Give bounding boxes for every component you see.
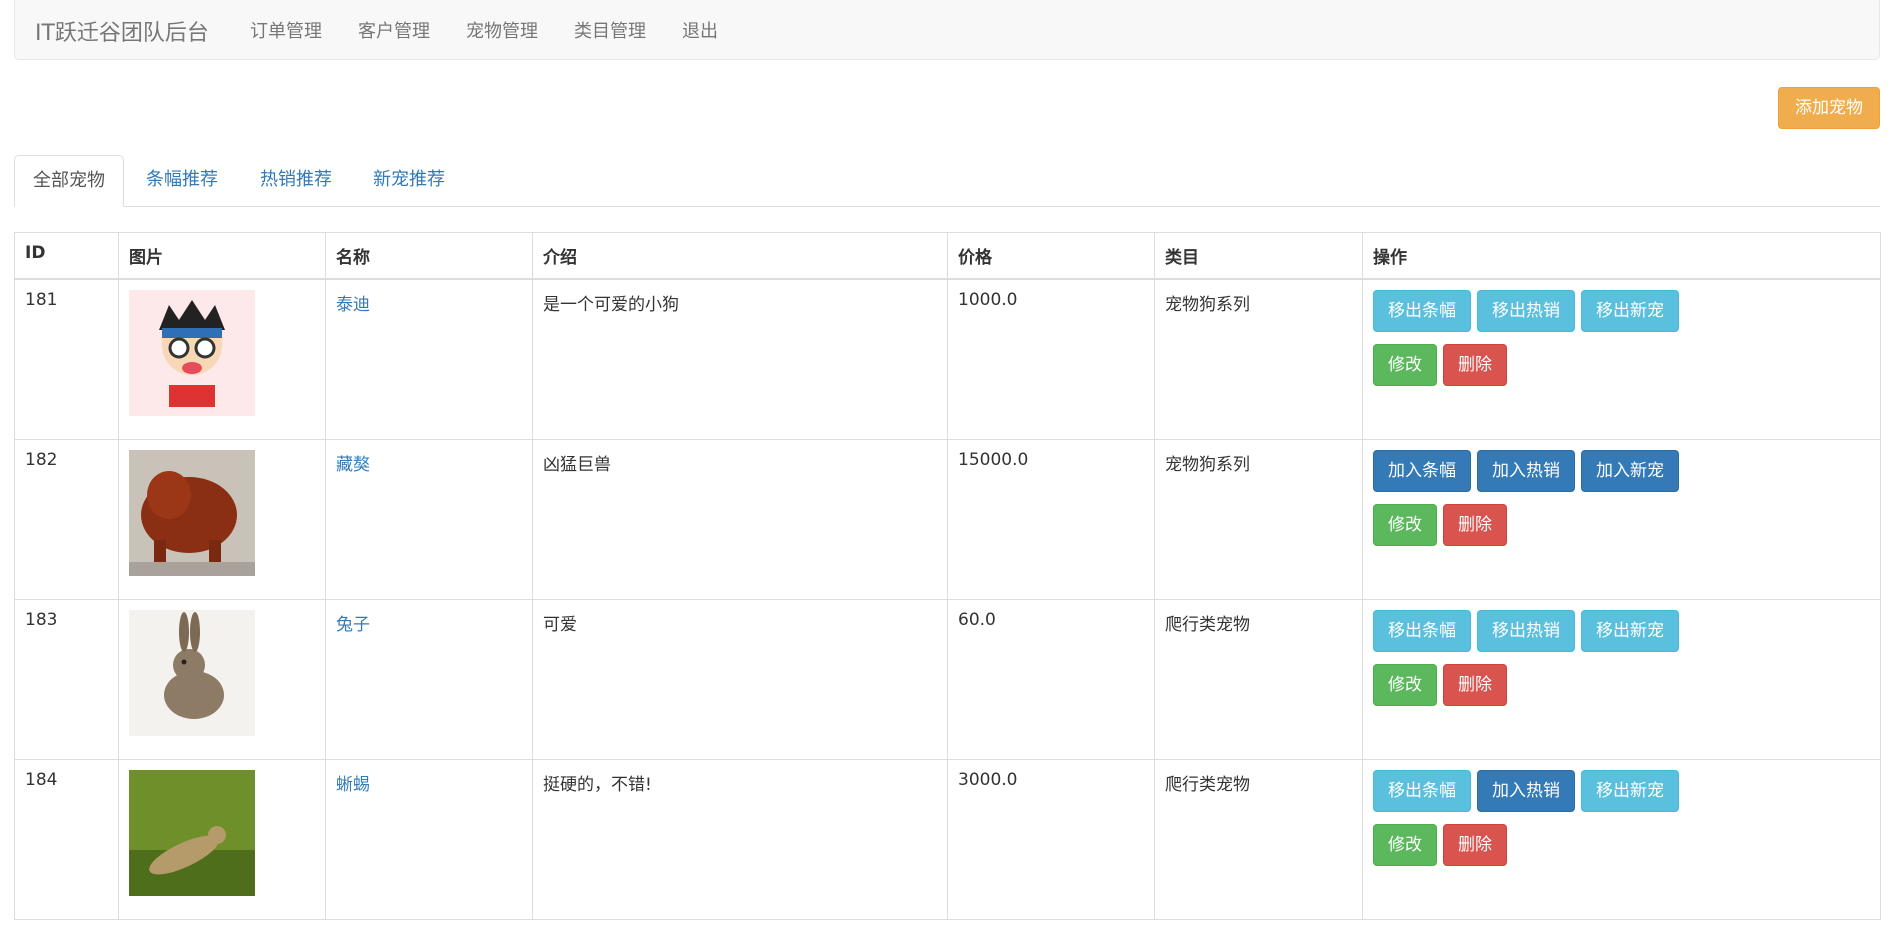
banner-toggle-button[interactable]: 加入条幅 — [1373, 449, 1471, 492]
table-row: 183 兔子 可爱 60.0 爬行类宠物 移出条幅 移出热销 移出新宠 修改 删… — [14, 598, 1881, 760]
pet-table: ID 图片 名称 介绍 价格 类目 操作 181 泰迪 是一个可爱的小狗 100… — [14, 232, 1881, 920]
mastiff-image — [129, 449, 255, 576]
new-toggle-button[interactable]: 加入新宠 — [1581, 449, 1679, 492]
nav-categories[interactable]: 类目管理 — [574, 17, 646, 43]
cell-actions: 移出条幅 移出热销 移出新宠 修改 删除 — [1362, 598, 1881, 760]
table-row: 184 蜥蜴 挺硬的，不错! 3000.0 爬行类宠物 移出条幅 加入热销 移出… — [14, 758, 1881, 920]
nav-logout[interactable]: 退出 — [682, 17, 718, 43]
delete-button[interactable]: 删除 — [1443, 344, 1507, 386]
tab-new[interactable]: 新宠推荐 — [373, 155, 445, 207]
pet-name-link[interactable]: 兔子 — [336, 615, 370, 635]
hot-toggle-button[interactable]: 加入热销 — [1477, 769, 1575, 812]
delete-button[interactable]: 删除 — [1443, 663, 1507, 706]
nav-orders[interactable]: 订单管理 — [250, 17, 322, 43]
table-row: 182 藏獒 凶猛巨兽 15000.0 宠物狗系列 加入条幅 加入热销 加入新宠… — [14, 438, 1881, 600]
new-toggle-button[interactable]: 移出新宠 — [1581, 290, 1679, 332]
cell-actions: 加入条幅 加入热销 加入新宠 修改 删除 — [1362, 438, 1881, 600]
tab-banner[interactable]: 条幅推荐 — [146, 155, 218, 207]
cell-intro: 挺硬的，不错! — [532, 758, 948, 920]
cell-name: 兔子 — [325, 598, 533, 760]
pet-name-link[interactable]: 蜥蜴 — [336, 775, 370, 795]
cell-id: 182 — [14, 438, 119, 600]
cell-id: 184 — [14, 758, 119, 920]
hot-toggle-button[interactable]: 加入热销 — [1477, 449, 1575, 492]
header-category: 类目 — [1154, 232, 1363, 280]
cell-intro: 凶猛巨兽 — [532, 438, 948, 600]
cell-image — [118, 438, 326, 600]
table-header-row: ID 图片 名称 介绍 价格 类目 操作 — [14, 232, 1881, 280]
add-pet-button[interactable]: 添加宠物 — [1778, 87, 1880, 129]
cell-image — [118, 598, 326, 760]
edit-button[interactable]: 修改 — [1373, 344, 1437, 386]
pet-name-link[interactable]: 泰迪 — [336, 295, 370, 315]
cell-image — [118, 758, 326, 920]
cell-price: 60.0 — [947, 598, 1155, 760]
cell-category: 爬行类宠物 — [1154, 758, 1363, 920]
cartoon-boy-image — [129, 290, 255, 416]
new-toggle-button[interactable]: 移出新宠 — [1581, 769, 1679, 812]
cell-id: 183 — [14, 598, 119, 760]
header-price: 价格 — [947, 232, 1155, 280]
delete-button[interactable]: 删除 — [1443, 823, 1507, 866]
cell-actions: 移出条幅 移出热销 移出新宠 修改 删除 — [1362, 278, 1881, 440]
cell-intro: 是一个可爱的小狗 — [532, 278, 948, 440]
tab-hot[interactable]: 热销推荐 — [260, 155, 332, 207]
nav-pets[interactable]: 宠物管理 — [466, 17, 538, 43]
lizard-image — [129, 769, 255, 896]
cell-price: 3000.0 — [947, 758, 1155, 920]
banner-toggle-button[interactable]: 移出条幅 — [1373, 290, 1471, 332]
cell-name: 泰迪 — [325, 278, 533, 440]
hot-toggle-button[interactable]: 移出热销 — [1477, 290, 1575, 332]
cell-category: 宠物狗系列 — [1154, 438, 1363, 600]
pet-name-link[interactable]: 藏獒 — [336, 455, 370, 475]
cell-actions: 移出条幅 加入热销 移出新宠 修改 删除 — [1362, 758, 1881, 920]
delete-button[interactable]: 删除 — [1443, 503, 1507, 546]
tab-all-pets[interactable]: 全部宠物 — [14, 155, 124, 207]
edit-button[interactable]: 修改 — [1373, 663, 1437, 706]
cell-price: 15000.0 — [947, 438, 1155, 600]
nav-customers[interactable]: 客户管理 — [358, 17, 430, 43]
cell-intro: 可爱 — [532, 598, 948, 760]
cell-name: 蜥蜴 — [325, 758, 533, 920]
table-row: 181 泰迪 是一个可爱的小狗 1000.0 宠物狗系列 移出条幅 移出热销 移… — [14, 278, 1881, 440]
cell-price: 1000.0 — [947, 278, 1155, 440]
new-toggle-button[interactable]: 移出新宠 — [1581, 609, 1679, 652]
cell-image — [118, 278, 326, 440]
navbar: IT跃迁谷团队后台 订单管理 客户管理 宠物管理 类目管理 退出 — [14, 0, 1880, 60]
header-intro: 介绍 — [532, 232, 948, 280]
cell-category: 宠物狗系列 — [1154, 278, 1363, 440]
cell-category: 爬行类宠物 — [1154, 598, 1363, 760]
header-image: 图片 — [118, 232, 326, 280]
banner-toggle-button[interactable]: 移出条幅 — [1373, 769, 1471, 812]
edit-button[interactable]: 修改 — [1373, 503, 1437, 546]
header-id: ID — [14, 232, 119, 280]
rabbit-image — [129, 609, 255, 736]
header-actions: 操作 — [1362, 232, 1881, 280]
banner-toggle-button[interactable]: 移出条幅 — [1373, 609, 1471, 652]
hot-toggle-button[interactable]: 移出热销 — [1477, 609, 1575, 652]
brand-title[interactable]: IT跃迁谷团队后台 — [35, 15, 209, 47]
header-name: 名称 — [325, 232, 533, 280]
cell-id: 181 — [14, 278, 119, 440]
cell-name: 藏獒 — [325, 438, 533, 600]
edit-button[interactable]: 修改 — [1373, 823, 1437, 866]
tab-bar: 全部宠物 条幅推荐 热销推荐 新宠推荐 — [14, 155, 1880, 207]
